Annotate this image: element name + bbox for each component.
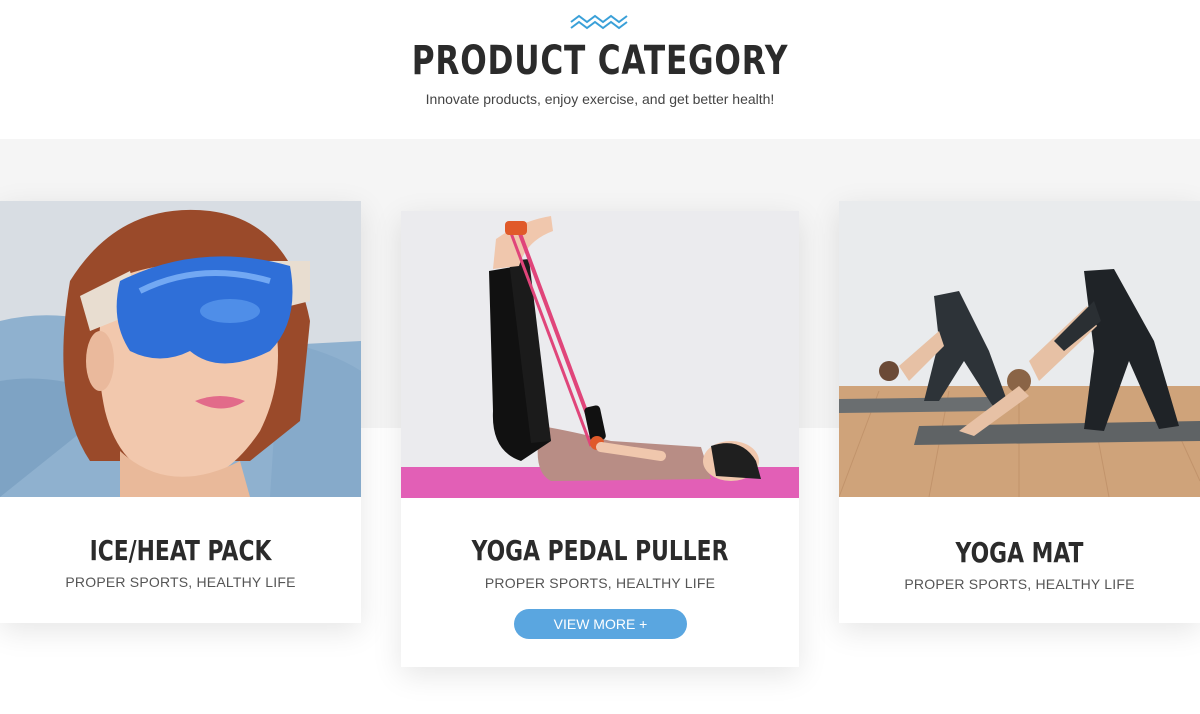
product-card-yoga-mat[interactable]: YOGA MAT PROPER SPORTS, HEALTHY LIFE <box>839 201 1200 623</box>
product-category-section: PRODUCT CATEGORY Innovate products, enjo… <box>0 0 1200 714</box>
wave-icon <box>570 14 628 30</box>
yoga-mat-photo[interactable] <box>839 201 1200 497</box>
card-title[interactable]: ICE/HEAT PACK <box>40 534 322 567</box>
section-title: PRODUCT CATEGORY <box>411 38 789 84</box>
section-subtitle: Innovate products, enjoy exercise, and g… <box>425 91 775 107</box>
section-header: PRODUCT CATEGORY Innovate products, enjo… <box>0 0 1200 139</box>
eye-mask-photo[interactable] <box>0 201 361 497</box>
card-title[interactable]: YOGA PEDAL PULLER <box>445 534 755 567</box>
product-card-ice-heat-pack[interactable]: ICE/HEAT PACK PROPER SPORTS, HEALTHY LIF… <box>0 201 361 623</box>
card-subtitle: PROPER SPORTS, HEALTHY LIFE <box>484 575 716 591</box>
view-more-button[interactable]: VIEW MORE + <box>514 609 687 639</box>
card-subtitle: PROPER SPORTS, HEALTHY LIFE <box>904 576 1135 592</box>
product-card-yoga-pedal-puller[interactable]: YOGA PEDAL PULLER PROPER SPORTS, HEALTHY… <box>401 211 799 667</box>
pedal-puller-photo[interactable] <box>401 211 799 498</box>
card-subtitle: PROPER SPORTS, HEALTHY LIFE <box>65 574 296 590</box>
card-title[interactable]: YOGA MAT <box>879 536 1161 569</box>
